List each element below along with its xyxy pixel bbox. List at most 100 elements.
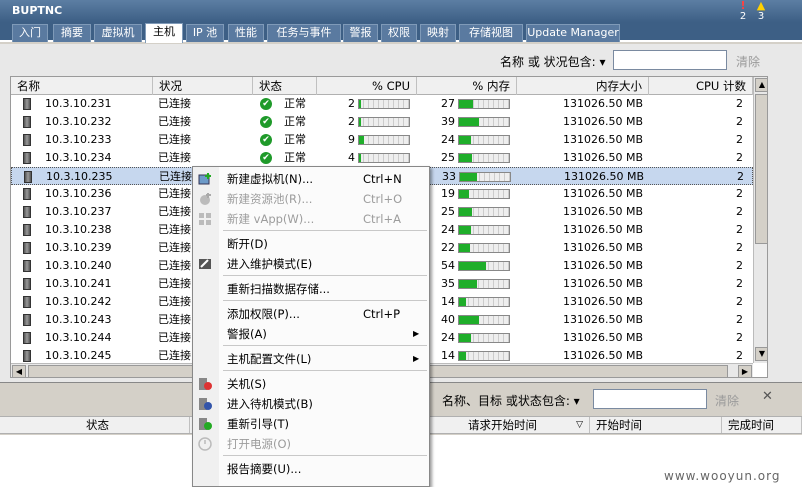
filter-input[interactable] xyxy=(613,50,727,70)
col-header-2[interactable]: 状态 xyxy=(253,77,317,95)
scroll-thumb[interactable] xyxy=(755,94,767,244)
scroll-down-icon[interactable]: ▼ xyxy=(755,347,767,361)
warning-icon: ▲ xyxy=(756,0,766,12)
menu-item-8[interactable]: 主机配置文件(L) ▶ xyxy=(193,349,429,369)
cpu-percent: 9 xyxy=(348,133,355,146)
col-header-6[interactable]: CPU 计数 xyxy=(649,77,753,95)
mem-percent: 24 xyxy=(441,223,455,236)
mem-size: 131026.50 MB xyxy=(562,115,643,128)
mem-size: 131026.50 MB xyxy=(562,241,643,254)
menu-item-11[interactable]: 重新引导(T) xyxy=(193,414,429,434)
mem-percent: 19 xyxy=(441,187,455,200)
col-header-4[interactable]: % 内存 xyxy=(417,77,517,95)
watermark: www.wooyun.org xyxy=(664,469,781,483)
menu-item-7[interactable]: 警报(A) ▶ xyxy=(193,324,429,344)
menu-item-10[interactable]: 进入待机模式(B) xyxy=(193,394,429,414)
host-state: 已连接 xyxy=(158,313,191,326)
tab-1[interactable]: 摘要 xyxy=(53,24,91,42)
tasks-clear-button[interactable]: 清除 xyxy=(715,392,739,409)
table-row[interactable]: 10.3.10.234 已连接 ✔ 正常 4 25 131026.50 MB 2 xyxy=(11,149,753,167)
menu-item-label: 打开电源(O) xyxy=(227,437,292,451)
table-row[interactable]: 10.3.10.233 已连接 ✔ 正常 9 24 131026.50 MB 2 xyxy=(11,131,753,149)
mem-size: 131026.50 MB xyxy=(562,313,643,326)
tasks-col-start[interactable]: 开始时间 xyxy=(590,417,722,433)
host-icon xyxy=(23,242,31,254)
tab-3[interactable]: 主机 xyxy=(145,23,183,43)
menu-item-0[interactable]: 新建虚拟机(N)... Ctrl+N xyxy=(193,169,429,189)
ok-status-icon: ✔ xyxy=(260,152,272,164)
cpu-bar-fill xyxy=(359,136,364,144)
menu-item-3[interactable]: 断开(D) xyxy=(193,234,429,254)
menu-item-label: 添加权限(P)... xyxy=(227,307,300,321)
ok-status-icon: ✔ xyxy=(260,134,272,146)
close-icon[interactable]: ✕ xyxy=(762,389,773,404)
cpu-percent: 2 xyxy=(348,115,355,128)
error-icon: ! xyxy=(740,0,746,12)
tab-6[interactable]: 任务与事件 xyxy=(267,24,341,42)
col-header-5[interactable]: 内存大小 xyxy=(517,77,649,95)
cpu-percent: 2 xyxy=(348,97,355,110)
cpu-count: 2 xyxy=(737,170,744,183)
tasks-col-status[interactable]: 状态 xyxy=(80,417,190,433)
filter-clear-button[interactable]: 清除 xyxy=(736,53,760,70)
mem-bar xyxy=(458,297,510,307)
tab-0[interactable]: 入门 xyxy=(12,24,48,42)
scroll-left-icon[interactable]: ◀ xyxy=(12,365,26,377)
host-icon xyxy=(23,134,31,146)
host-name: 10.3.10.233 xyxy=(45,133,112,146)
tab-9[interactable]: 映射 xyxy=(420,24,456,42)
col-header-0[interactable]: 名称 xyxy=(11,77,153,95)
menu-item-label: 进入维护模式(E) xyxy=(227,257,313,271)
host-name: 10.3.10.241 xyxy=(45,277,112,290)
menu-separator xyxy=(223,455,427,456)
tasks-col-complete[interactable]: 完成时间 xyxy=(722,417,802,433)
menu-item-4[interactable]: 进入维护模式(E) xyxy=(193,254,429,274)
scroll-up-icon[interactable]: ▲ xyxy=(755,78,767,92)
mem-percent: 35 xyxy=(441,277,455,290)
tab-4[interactable]: IP 池 xyxy=(186,24,224,42)
scroll-right-icon[interactable]: ▶ xyxy=(738,365,752,377)
tab-8[interactable]: 权限 xyxy=(381,24,417,42)
menu-item-9[interactable]: 关机(S) xyxy=(193,374,429,394)
mem-bar xyxy=(458,261,510,271)
menu-separator xyxy=(223,345,427,346)
mem-percent: 14 xyxy=(441,295,455,308)
cpu-bar xyxy=(358,135,410,145)
context-menu: 新建虚拟机(N)... Ctrl+N 新建资源池(R)... Ctrl+O 新建 vAp… xyxy=(192,166,430,487)
tab-7[interactable]: 警报 xyxy=(343,24,378,42)
mem-bar xyxy=(459,172,511,182)
host-name: 10.3.10.235 xyxy=(46,170,113,183)
host-name: 10.3.10.236 xyxy=(45,187,112,200)
tab-10[interactable]: 存储视图 xyxy=(459,24,523,42)
warning-alert[interactable]: ▲ 3 xyxy=(753,0,769,22)
mem-bar xyxy=(458,333,510,343)
ok-status-icon: ✔ xyxy=(260,116,272,128)
menu-item-13[interactable]: 报告摘要(U)... xyxy=(193,459,429,479)
col-header-1[interactable]: 状况 xyxy=(153,77,253,95)
host-name: 10.3.10.242 xyxy=(45,295,112,308)
tab-5[interactable]: 性能 xyxy=(228,24,264,42)
tab-11[interactable]: Update Manager xyxy=(526,24,620,42)
menu-item-label: 新建资源池(R)... xyxy=(227,192,313,206)
vertical-scrollbar[interactable]: ▲ ▼ xyxy=(753,77,767,363)
submenu-arrow-icon: ▶ xyxy=(413,329,420,338)
host-state: 已连接 xyxy=(158,295,191,308)
table-row[interactable]: 10.3.10.231 已连接 ✔ 正常 2 27 131026.50 MB 2 xyxy=(11,95,753,113)
mem-bar-fill xyxy=(459,352,466,360)
host-status: 正常 xyxy=(284,133,306,146)
error-alert[interactable]: ! 2 xyxy=(735,0,751,22)
title-bar: BUPTNC ! 2 ▲ 3 xyxy=(0,0,802,22)
mem-size: 131026.50 MB xyxy=(562,295,643,308)
menu-item-label: 新建虚拟机(N)... xyxy=(227,172,314,186)
tasks-filter-input[interactable] xyxy=(593,389,707,409)
tab-2[interactable]: 虚拟机 xyxy=(94,24,142,42)
host-name: 10.3.10.232 xyxy=(45,115,112,128)
tasks-col-request-start[interactable]: 请求开始时间 ▽ xyxy=(462,417,590,433)
menu-item-5[interactable]: 重新扫描数据存储... xyxy=(193,279,429,299)
table-row[interactable]: 10.3.10.232 已连接 ✔ 正常 2 39 131026.50 MB 2 xyxy=(11,113,753,131)
col-header-3[interactable]: % CPU xyxy=(317,77,417,95)
error-count: 2 xyxy=(739,11,747,22)
cpu-bar-fill xyxy=(359,100,361,108)
menu-item-6[interactable]: 添加权限(P)... Ctrl+P xyxy=(193,304,429,324)
host-state: 已连接 xyxy=(159,170,192,183)
